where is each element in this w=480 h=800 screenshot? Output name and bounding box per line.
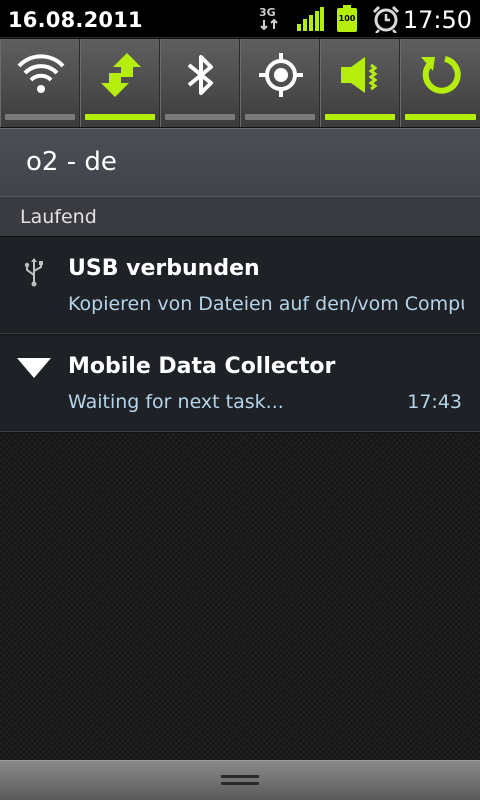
svg-text:3G: 3G <box>259 6 276 19</box>
data-arrows-icon <box>101 53 141 97</box>
speaker-icon <box>341 57 378 93</box>
grip-lines-icon <box>221 775 259 787</box>
toggle-auto-rotate[interactable] <box>400 39 480 127</box>
triangle-down-icon <box>17 358 51 378</box>
status-bar: 16.08.2011 3G 100 17:50 <box>0 0 480 38</box>
section-title: Laufend <box>20 206 97 228</box>
shade-drag-handle[interactable] <box>0 760 480 800</box>
toggle-indicator <box>5 114 75 120</box>
quick-toggles <box>0 39 480 127</box>
toggle-mobile-data[interactable] <box>80 39 160 127</box>
alarm-clock-icon <box>372 5 400 33</box>
carrier-label-bar: o2 - de <box>0 128 480 196</box>
toggle-sound[interactable] <box>320 39 400 127</box>
toggle-wifi[interactable] <box>0 39 80 127</box>
toggle-indicator <box>165 114 235 120</box>
toggle-gps[interactable] <box>240 39 320 127</box>
notification-time: 17:43 <box>407 391 462 413</box>
notification-text: Waiting for next task... <box>68 391 284 413</box>
carrier-label: o2 - de <box>26 147 117 177</box>
wifi-icon <box>17 54 65 93</box>
section-header-ongoing: Laufend <box>0 196 480 236</box>
toggle-indicator <box>325 114 395 120</box>
status-date: 16.08.2011 <box>8 8 143 32</box>
3g-data-icon: 3G <box>259 6 278 31</box>
notification-mobile-data-collector[interactable]: Mobile Data Collector Waiting for next t… <box>0 335 480 432</box>
toggle-indicator <box>245 114 315 120</box>
notification-text: Kopieren von Dateien auf den/vom Compute… <box>68 293 464 315</box>
empty-shade-area <box>0 433 480 760</box>
battery-level: 100 <box>338 14 356 23</box>
signal-strength-icon <box>297 7 324 31</box>
status-time: 17:50 <box>402 6 472 34</box>
notification-usb[interactable]: USB verbunden Kopieren von Dateien auf d… <box>0 237 480 334</box>
toggle-indicator <box>405 114 476 120</box>
toggle-bluetooth[interactable] <box>160 39 240 127</box>
notification-title: Mobile Data Collector <box>68 354 336 379</box>
rotate-icon <box>421 56 461 94</box>
notification-title: USB verbunden <box>68 256 260 281</box>
gps-icon <box>259 53 303 97</box>
usb-icon <box>24 258 43 287</box>
bluetooth-icon <box>187 55 213 95</box>
toggle-indicator <box>85 114 155 120</box>
notification-shade: 16.08.2011 3G 100 17:50 o2 - de Laufend … <box>0 0 480 800</box>
